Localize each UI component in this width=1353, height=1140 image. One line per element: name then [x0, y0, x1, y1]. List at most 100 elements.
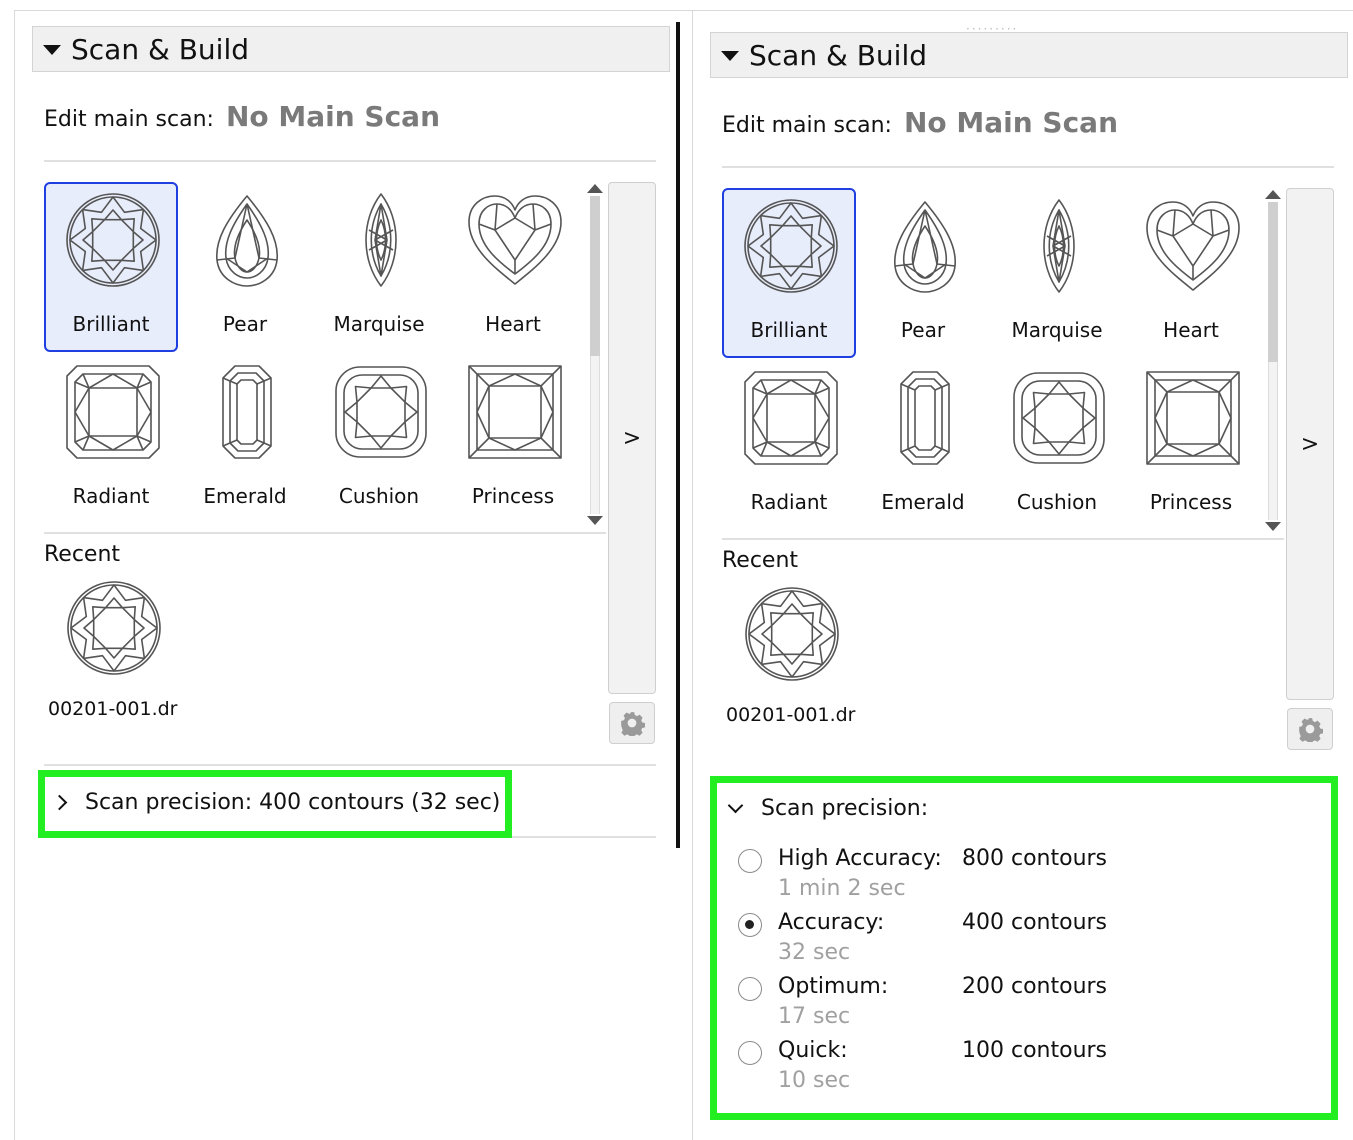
precision-option-contours: 200 contours [962, 974, 1108, 999]
outer-frame-left [14, 10, 15, 1140]
shape-marquise[interactable]: Marquise [312, 182, 446, 352]
separator [722, 166, 1334, 168]
shape-brilliant[interactable]: Brilliant [722, 188, 856, 358]
section-header[interactable]: Scan & Build [32, 26, 670, 72]
settings-button[interactable] [609, 702, 655, 744]
shape-radiant[interactable]: Radiant [722, 360, 856, 530]
shape-heart[interactable]: Heart [1124, 188, 1258, 358]
shape-cushion[interactable]: Cushion [990, 360, 1124, 530]
shape-label: Heart [1163, 318, 1219, 342]
precision-option-name: High Accuracy: [778, 846, 942, 871]
emerald-shape-icon [222, 365, 272, 459]
edit-main-scan-row: Edit main scan: No Main Scan [44, 100, 440, 133]
precision-radio[interactable] [738, 1041, 762, 1065]
precision-option[interactable]: Quick: 10 sec 100 contours [738, 1038, 1238, 1102]
shape-pear[interactable]: Pear [178, 182, 312, 352]
shape-emerald[interactable]: Emerald [178, 354, 312, 524]
precision-option-time: 32 sec [778, 940, 851, 965]
shape-label: Emerald [881, 490, 965, 514]
recent-file-item[interactable]: 00201-001.dr [722, 584, 862, 744]
shape-cushion[interactable]: Cushion [312, 354, 446, 524]
triangle-down-icon [43, 45, 61, 55]
precision-option-name: Quick: [778, 1038, 848, 1063]
princess-shape-icon [468, 365, 562, 459]
precision-option[interactable]: High Accuracy: 1 min 2 sec 800 contours [738, 846, 1238, 910]
shape-label: Emerald [203, 484, 287, 508]
shape-princess[interactable]: Princess [1124, 360, 1258, 530]
section-title: Scan & Build [71, 32, 249, 66]
recent-label: Recent [722, 548, 799, 573]
brilliant-shape-icon [745, 587, 839, 681]
shape-label: Princess [1149, 490, 1233, 514]
shape-label: Brilliant [72, 312, 150, 336]
recent-file-item[interactable]: 00201-001.dr [44, 578, 184, 738]
brilliant-shape-icon [67, 581, 161, 675]
scan-precision-toggle[interactable]: Scan precision: 400 contours (32 sec) [51, 790, 500, 815]
section-title: Scan & Build [749, 38, 927, 72]
gallery-scrollbar[interactable] [586, 182, 604, 528]
precision-option-name: Accuracy: [778, 910, 885, 935]
recent-file-name: 00201-001.dr [726, 704, 856, 726]
marquise-shape-icon [365, 193, 397, 287]
pear-shape-icon [894, 201, 956, 293]
precision-option-contours: 800 contours [962, 846, 1108, 871]
scan-precision-title: Scan precision: [761, 796, 929, 821]
precision-option-time: 1 min 2 sec [778, 876, 906, 901]
edit-main-scan-label: Edit main scan: [44, 107, 214, 132]
precision-option[interactable]: Optimum: 17 sec 200 contours [738, 974, 1238, 1038]
expand-gallery-button[interactable]: > [608, 182, 656, 694]
precision-radio[interactable] [738, 849, 762, 873]
scroll-thumb[interactable] [590, 196, 600, 356]
shape-label: Marquise [1011, 318, 1103, 342]
section-header[interactable]: Scan & Build [710, 32, 1348, 78]
recent-label: Recent [44, 542, 121, 567]
precision-radio[interactable] [738, 913, 762, 937]
scroll-up-icon[interactable] [1265, 190, 1281, 199]
shape-brilliant[interactable]: Brilliant [44, 182, 178, 352]
emerald-shape-icon [900, 371, 950, 465]
shape-heart[interactable]: Heart [446, 182, 580, 352]
precision-option[interactable]: Accuracy: 32 sec 400 contours [738, 910, 1238, 974]
brilliant-shape-icon [66, 193, 160, 287]
shape-label: Radiant [72, 484, 150, 508]
scroll-thumb[interactable] [1268, 202, 1278, 362]
precision-option-time: 17 sec [778, 1004, 851, 1029]
edit-main-scan-value[interactable]: No Main Scan [904, 106, 1118, 139]
precision-radio[interactable] [738, 977, 762, 1001]
shape-pear[interactable]: Pear [856, 188, 990, 358]
gallery-scrollbar[interactable] [1264, 188, 1282, 534]
precision-option-name: Optimum: [778, 974, 889, 999]
expand-gallery-button[interactable]: > [1286, 188, 1334, 700]
shape-label: Princess [471, 484, 555, 508]
pear-shape-icon [216, 195, 278, 287]
shape-princess[interactable]: Princess [446, 354, 580, 524]
separator [722, 538, 1284, 540]
gear-icon [1299, 718, 1323, 742]
panel-divider [676, 22, 680, 848]
gear-icon [621, 712, 645, 736]
shape-emerald[interactable]: Emerald [856, 360, 990, 530]
shape-label: Pear [222, 312, 268, 336]
shape-label: Cushion [338, 484, 420, 508]
outer-frame-top [14, 10, 1353, 11]
scroll-down-icon[interactable] [587, 516, 603, 525]
scan-precision-toggle[interactable]: Scan precision: [727, 796, 929, 821]
cushion-shape-icon [1013, 372, 1105, 464]
shape-marquise[interactable]: Marquise [990, 188, 1124, 358]
precision-option-time: 10 sec [778, 1068, 851, 1093]
chevron-right-icon [51, 794, 68, 811]
edit-main-scan-value[interactable]: No Main Scan [226, 100, 440, 133]
scroll-up-icon[interactable] [587, 184, 603, 193]
shape-label: Brilliant [750, 318, 828, 342]
radiant-shape-icon [744, 371, 838, 465]
shape-label: Radiant [750, 490, 828, 514]
cushion-shape-icon [335, 366, 427, 458]
heart-shape-icon [1146, 201, 1240, 291]
settings-button[interactable] [1287, 708, 1333, 750]
shape-label: Heart [485, 312, 541, 336]
shape-radiant[interactable]: Radiant [44, 354, 178, 524]
scroll-down-icon[interactable] [1265, 522, 1281, 531]
chevron-down-icon [727, 797, 744, 814]
edit-main-scan-row: Edit main scan: No Main Scan [722, 106, 1118, 139]
scan-build-panel-collapsed: Scan & Build Edit main scan: No Main Sca… [32, 26, 670, 848]
